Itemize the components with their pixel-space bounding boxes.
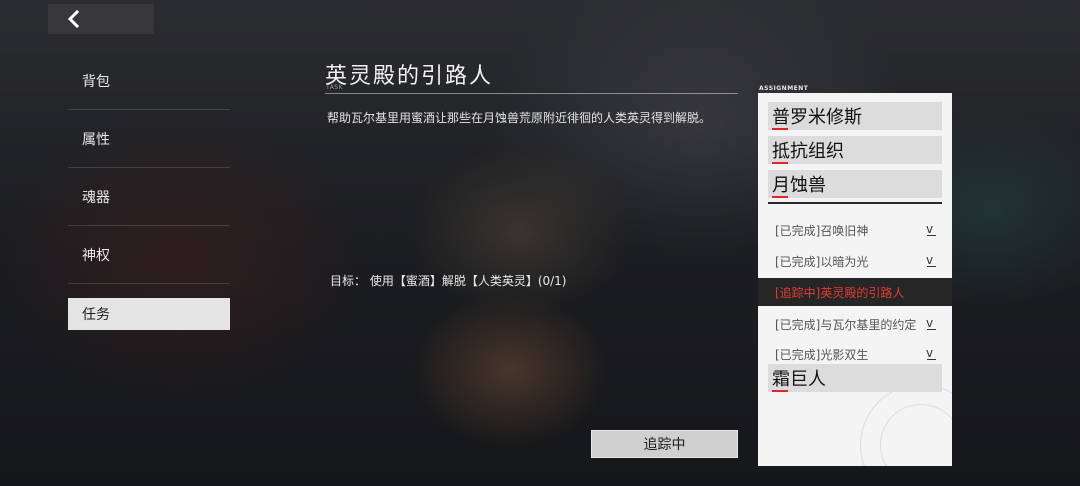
chevron-left-icon: [66, 10, 80, 28]
quest-item-tracking[interactable]: [追踪中]英灵殿的引路人: [758, 278, 952, 306]
task-description: 帮助瓦尔基里用蜜酒让那些在月蚀兽荒原附近徘徊的人类英灵得到解脱。: [327, 111, 712, 125]
quest-item[interactable]: [已完成]召唤旧神 v: [758, 215, 952, 245]
task-subtitle: TASK: [326, 84, 344, 91]
quest-group-prometheus[interactable]: 普罗米修斯: [768, 102, 942, 130]
title-divider: [325, 93, 738, 94]
chevron-down-icon: v: [926, 346, 937, 360]
quest-item[interactable]: [已完成]与瓦尔基里的约定 v: [758, 309, 952, 339]
chevron-down-icon: v: [926, 253, 937, 267]
back-button[interactable]: [48, 4, 154, 34]
assignment-panel[interactable]: 普罗米修斯 抵抗组织 月蚀兽 [已完成]召唤旧神 v [已完成]以暗为光 v […: [758, 93, 952, 466]
sidebar-item-tasks[interactable]: 任务: [68, 298, 230, 330]
sidebar-item-label: 属性: [82, 131, 110, 148]
task-title: 英灵殿的引路人: [325, 64, 494, 89]
quest-group-eclipse-beast[interactable]: 月蚀兽: [768, 170, 942, 198]
chevron-down-icon: v: [926, 316, 937, 330]
sidebar-item-bag[interactable]: 背包: [68, 52, 230, 110]
tracking-button[interactable]: 追踪中: [591, 430, 738, 458]
quest-group-frost-giant[interactable]: 霜巨人: [768, 364, 942, 392]
sidebar-item-label: 神权: [82, 247, 110, 264]
sidebar-item-divine-power[interactable]: 神权: [68, 226, 230, 284]
group-divider: [768, 202, 942, 204]
task-objective: 目标： 使用【蜜酒】解脱【人类英灵】(0/1): [330, 274, 567, 288]
sidebar-item-attributes[interactable]: 属性: [68, 110, 230, 168]
quest-item[interactable]: [已完成]以暗为光 v: [758, 246, 952, 276]
sidebar-item-label: 魂器: [82, 189, 110, 206]
sidebar-item-label: 任务: [82, 307, 110, 323]
sidebar: 背包 属性 魂器 神权 任务: [68, 52, 230, 330]
quest-group-resistance[interactable]: 抵抗组织: [768, 136, 942, 164]
sidebar-item-label: 背包: [82, 73, 110, 90]
sidebar-item-soul-artifact[interactable]: 魂器: [68, 168, 230, 226]
assignment-header: ASSIGNMENT: [759, 85, 809, 92]
chevron-down-icon: v: [926, 222, 937, 236]
